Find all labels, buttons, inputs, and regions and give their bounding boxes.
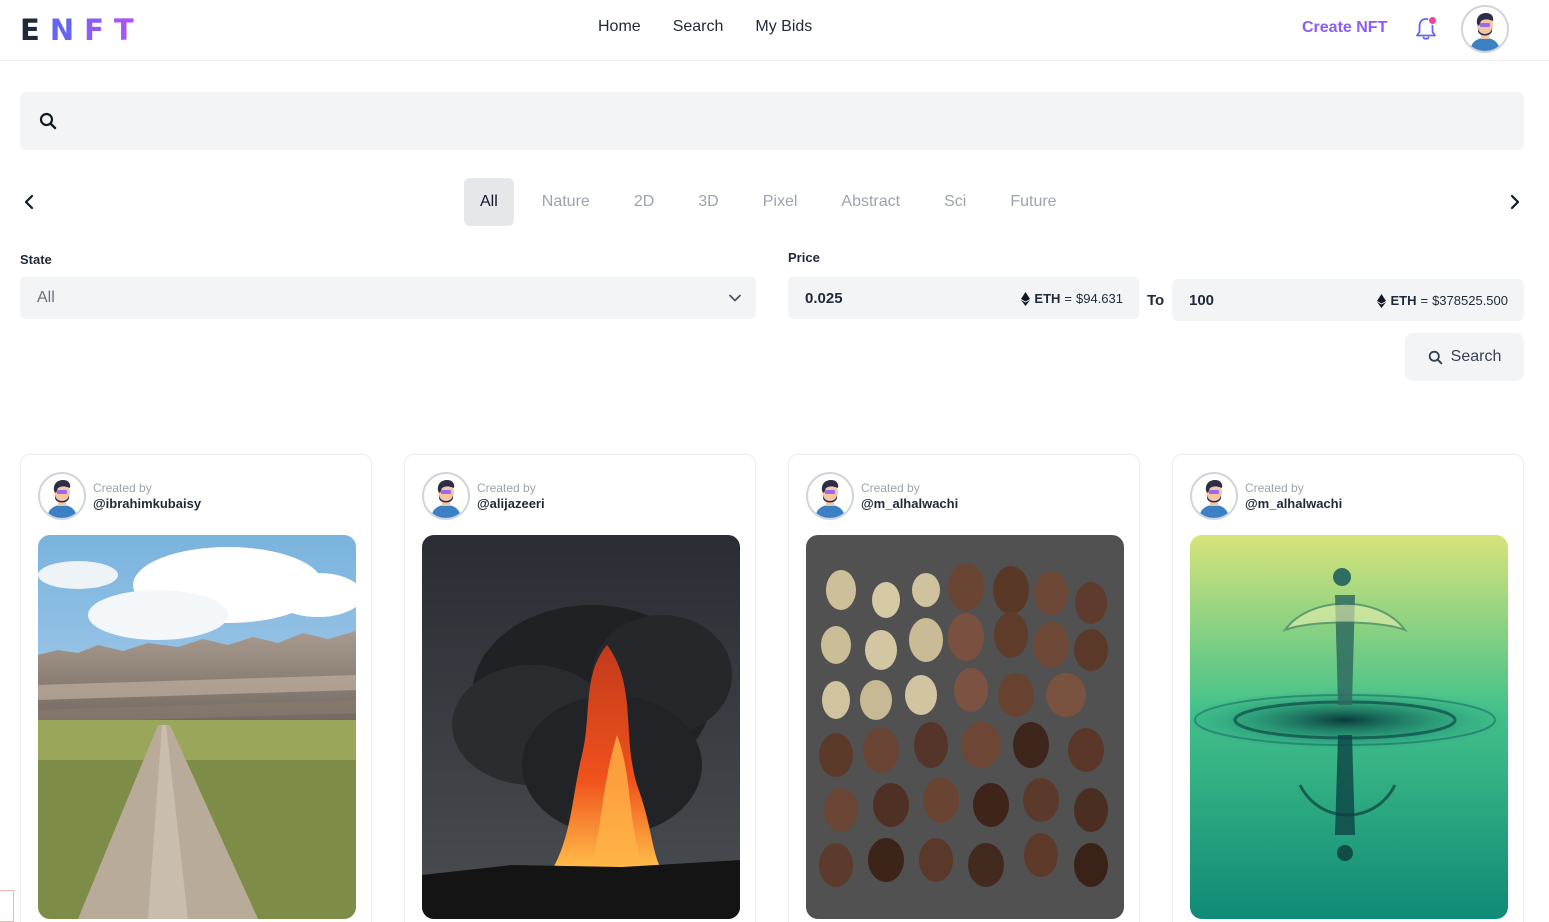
state-select[interactable]: All bbox=[20, 277, 756, 319]
search-icon bbox=[39, 112, 57, 130]
search-button-label: Search bbox=[1450, 348, 1502, 365]
price-from-input[interactable]: 0.025 ETH = $94.631 bbox=[788, 277, 1139, 319]
nav-home[interactable]: Home bbox=[598, 18, 641, 36]
nft-image-water-droplet[interactable] bbox=[1190, 535, 1508, 919]
creator-avatar[interactable] bbox=[1190, 472, 1238, 520]
price-to-label: To bbox=[1147, 292, 1165, 309]
created-by-label: Created by bbox=[1245, 481, 1304, 495]
creator-avatar[interactable] bbox=[806, 472, 854, 520]
created-by-label: Created by bbox=[861, 481, 920, 495]
price-to-equals: = bbox=[1420, 293, 1429, 308]
nft-card[interactable]: Created by @m_alhalwachi bbox=[1172, 454, 1524, 922]
avatar-icon bbox=[1199, 480, 1229, 518]
price-from-usd: $94.631 bbox=[1076, 291, 1123, 306]
price-from-equals: = bbox=[1064, 291, 1072, 306]
creator-username[interactable]: @m_alhalwachi bbox=[1245, 496, 1342, 511]
ethereum-icon bbox=[1377, 293, 1387, 308]
nft-card[interactable]: Created by @ibrahimkubaisy bbox=[20, 454, 372, 922]
category-tab-2d[interactable]: 2D bbox=[612, 178, 676, 226]
price-from-currency: ETH bbox=[1034, 291, 1061, 306]
search-button[interactable]: Search bbox=[1405, 333, 1524, 381]
chevron-left-icon[interactable] bbox=[19, 192, 39, 212]
category-tab-pixel[interactable]: Pixel bbox=[741, 178, 820, 226]
price-from-value: 0.025 bbox=[805, 290, 843, 307]
corner-widget bbox=[0, 890, 14, 922]
state-select-value: All bbox=[37, 289, 55, 306]
logo-letter: F bbox=[84, 13, 114, 47]
nft-image-coffee-beans[interactable] bbox=[806, 535, 1124, 919]
nft-card[interactable]: Created by @alijazeeri bbox=[404, 454, 756, 922]
price-to-currency: ETH bbox=[1390, 293, 1417, 308]
avatar-icon bbox=[1463, 7, 1507, 51]
price-to-input[interactable]: 100 ETH = $378525.500 bbox=[1172, 279, 1524, 321]
creator-username[interactable]: @m_alhalwachi bbox=[861, 496, 958, 511]
category-tabs: All Nature 2D 3D Pixel Abstract Sci Futu… bbox=[464, 178, 1079, 226]
enft-logo[interactable]: ENFT bbox=[20, 13, 144, 47]
chevron-right-icon[interactable] bbox=[1505, 192, 1525, 212]
created-by-label: Created by bbox=[93, 481, 152, 495]
creator-username[interactable]: @alijazeeri bbox=[477, 496, 545, 511]
category-tab-abstract[interactable]: Abstract bbox=[819, 178, 922, 226]
category-tab-sci[interactable]: Sci bbox=[922, 178, 988, 226]
price-to-value: 100 bbox=[1189, 292, 1215, 309]
category-tab-3d[interactable]: 3D bbox=[676, 178, 740, 226]
creator-avatar[interactable] bbox=[38, 472, 86, 520]
top-navbar: ENFT Home Search My Bids Create NFT bbox=[0, 0, 1549, 61]
category-tab-nature[interactable]: Nature bbox=[520, 178, 612, 226]
main-nav: Home Search My Bids bbox=[598, 18, 812, 36]
chevron-down-icon bbox=[729, 294, 741, 302]
nft-image-badlands-road[interactable] bbox=[38, 535, 356, 919]
state-label: State bbox=[20, 252, 52, 267]
price-label: Price bbox=[788, 250, 820, 265]
logo-letter: N bbox=[49, 13, 85, 47]
nft-card[interactable]: Created by @m_alhalwachi bbox=[788, 454, 1140, 922]
nav-my-bids[interactable]: My Bids bbox=[755, 18, 812, 36]
nft-image-volcano-eruption[interactable] bbox=[422, 535, 740, 919]
logo-letter: E bbox=[20, 13, 50, 47]
profile-avatar[interactable] bbox=[1461, 5, 1509, 53]
price-to-conversion: ETH = $378525.500 bbox=[1377, 293, 1508, 308]
creator-avatar[interactable] bbox=[422, 472, 470, 520]
notification-dot bbox=[1428, 16, 1437, 25]
avatar-icon bbox=[431, 480, 461, 518]
logo-letter: T bbox=[113, 13, 144, 47]
search-icon bbox=[1428, 350, 1442, 364]
created-by-label: Created by bbox=[477, 481, 536, 495]
nav-search[interactable]: Search bbox=[673, 18, 724, 36]
search-input[interactable] bbox=[72, 92, 1512, 150]
price-to-usd: $378525.500 bbox=[1432, 293, 1508, 308]
creator-username[interactable]: @ibrahimkubaisy bbox=[93, 496, 201, 511]
create-nft-button[interactable]: Create NFT bbox=[1302, 19, 1387, 37]
category-tab-all[interactable]: All bbox=[464, 178, 514, 226]
ethereum-icon bbox=[1021, 291, 1031, 306]
avatar-icon bbox=[47, 480, 77, 518]
price-from-conversion: ETH = $94.631 bbox=[1021, 291, 1123, 306]
search-bar[interactable] bbox=[20, 92, 1524, 150]
notifications-button[interactable] bbox=[1413, 15, 1439, 43]
category-tab-future[interactable]: Future bbox=[988, 178, 1078, 226]
avatar-icon bbox=[815, 480, 845, 518]
